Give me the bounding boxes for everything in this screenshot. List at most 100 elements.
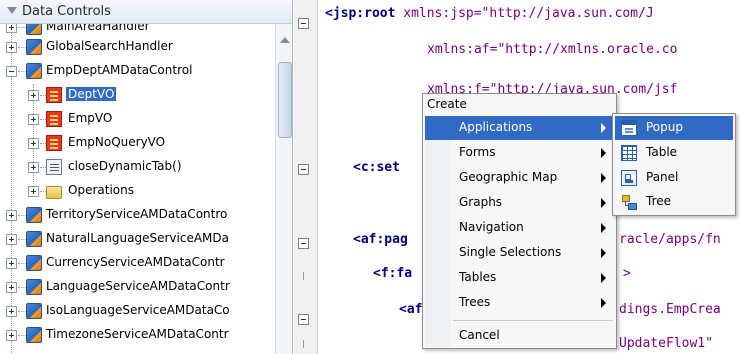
scroll-thumb[interactable] (278, 62, 292, 138)
menu-item-single-selections[interactable]: Single Selections (425, 241, 614, 265)
fold-end-mark (303, 272, 304, 280)
tree-item-iso-language-service[interactable]: IsoLanguageServiceAMDataCo (0, 300, 275, 323)
submenu-arrow-icon (601, 298, 606, 308)
data-control-icon (26, 303, 42, 319)
tree-item-label: EmpNoQueryVO (68, 135, 166, 149)
fold-toggle-icon[interactable] (298, 314, 309, 325)
submenu-arrow-icon (601, 173, 606, 183)
tree-item-currency-service[interactable]: CurrencyServiceAMDataContr (0, 252, 275, 275)
code-tag: <c:set (353, 160, 400, 175)
submenu-item-table[interactable]: Table (615, 141, 733, 165)
fold-end-mark (303, 340, 304, 348)
expand-toggle[interactable] (28, 186, 39, 197)
menu-item-label: Tables (459, 270, 497, 284)
code-line: UpdateFlow1" (619, 336, 713, 351)
expand-toggle[interactable] (28, 114, 39, 125)
submenu-arrow-icon (601, 123, 606, 133)
tree-item-empvo[interactable]: EmpVO (0, 108, 275, 131)
data-control-icon (26, 207, 42, 223)
code-line: xmlns:af="http://xmlns.oracle.co (427, 42, 677, 57)
expand-toggle[interactable] (6, 306, 17, 317)
fold-toggle-icon[interactable] (298, 164, 309, 175)
menu-item-graphs[interactable]: Graphs (425, 191, 614, 215)
collapse-triangle-icon[interactable] (7, 7, 17, 14)
tree-item-natural-language-service[interactable]: NaturalLanguageServiceAMDa (0, 228, 275, 251)
tree-item-territory-service[interactable]: TerritoryServiceAMDataContro (0, 204, 275, 227)
code-line: <af (399, 302, 422, 317)
tree-scrollbar[interactable] (275, 24, 292, 354)
tree-item-language-service[interactable]: LanguageServiceAMDataContr (0, 276, 275, 299)
expand-toggle[interactable] (6, 330, 17, 341)
tree-item-close-dynamic-tab[interactable]: closeDynamicTab() (0, 156, 275, 179)
data-controls-panel: Data Controls MainAreaHandler GlobalSear… (0, 0, 293, 354)
submenu-item-label: Panel (646, 170, 679, 184)
tree-icon (621, 194, 637, 210)
panel-title: Data Controls (22, 4, 111, 19)
fold-toggle-icon[interactable] (298, 18, 309, 29)
menu-item-label: Trees (459, 295, 491, 309)
submenu-item-popup[interactable]: Popup (615, 116, 733, 140)
submenu-item-panel[interactable]: Panel (615, 166, 733, 190)
table-icon (621, 145, 637, 161)
code-text: dings.EmpCrea (619, 302, 721, 317)
folder-icon (46, 186, 62, 199)
menu-item-label: Cancel (459, 328, 500, 342)
tree-item-label: IsoLanguageServiceAMDataCo (46, 303, 230, 317)
tree-item-label: MainAreaHandler (46, 24, 150, 33)
tree-item-label: Operations (68, 183, 134, 197)
data-control-icon (26, 255, 42, 271)
data-control-icon (26, 231, 42, 247)
code-text: UpdateFlow1" (619, 336, 713, 351)
expand-toggle[interactable] (6, 258, 17, 269)
menu-item-forms[interactable]: Forms (425, 141, 614, 165)
menu-item-trees[interactable]: Trees (425, 291, 614, 315)
menu-item-label: Forms (459, 145, 496, 159)
code-line: <af:pag (353, 232, 408, 247)
tree-item-global-search-handler[interactable]: GlobalSearchHandler (0, 36, 275, 59)
tree-item-empdept-am-data-control[interactable]: EmpDeptAMDataControl (0, 60, 275, 83)
data-controls-tree: MainAreaHandler GlobalSearchHandler EmpD… (0, 24, 275, 354)
scroll-up-arrow-icon[interactable] (278, 34, 291, 46)
tree-item-deptvo[interactable]: DeptVO (0, 84, 275, 107)
editor-gutter (294, 0, 318, 354)
tree-item-label: LanguageServiceAMDataContr (46, 279, 230, 293)
tree-item-operations[interactable]: Operations (0, 180, 275, 203)
expand-toggle[interactable] (6, 210, 17, 221)
code-tag: <af:pag (353, 232, 408, 247)
submenu-item-tree[interactable]: Tree (615, 190, 733, 214)
menu-item-label: Geographic Map (459, 170, 558, 184)
tree-item-label: TimezoneServiceAMDataContr (46, 327, 229, 341)
code-tag: <af (399, 302, 423, 317)
panel-icon (621, 170, 637, 186)
expand-toggle[interactable] (6, 282, 17, 293)
data-control-icon (26, 39, 42, 55)
expand-toggle[interactable] (6, 42, 17, 53)
menu-item-cancel[interactable]: Cancel (425, 324, 614, 348)
expand-toggle[interactable] (28, 90, 39, 101)
menu-item-applications[interactable]: Applications (425, 116, 614, 140)
menu-item-geographic-map[interactable]: Geographic Map (425, 166, 614, 190)
expand-toggle[interactable] (28, 162, 39, 173)
tree-item-timezone-service[interactable]: TimezoneServiceAMDataContr (0, 324, 275, 347)
expand-toggle[interactable] (6, 24, 17, 33)
expand-toggle[interactable] (28, 138, 39, 149)
tree-item-empnoqueryvo[interactable]: EmpNoQueryVO (0, 132, 275, 155)
code-line: > (623, 266, 631, 281)
tree-item-label: EmpDeptAMDataControl (46, 63, 193, 77)
panel-header[interactable]: Data Controls (0, 0, 292, 24)
code-tag: <f:fa (373, 266, 413, 281)
menu-item-label: Single Selections (459, 245, 562, 259)
menu-item-tables[interactable]: Tables (425, 266, 614, 290)
tree-item-label: DeptVO (64, 86, 118, 102)
expand-toggle[interactable] (6, 234, 17, 245)
submenu-arrow-icon (601, 148, 606, 158)
code-text: xmlns:jsp="http://java.sun.com/J (395, 6, 654, 21)
tree-item-label: CurrencyServiceAMDataContr (46, 255, 225, 269)
fold-toggle-icon[interactable] (298, 238, 309, 249)
code-text: xmlns:af="http://xmlns.oracle.co (427, 42, 678, 57)
code-tag: <jsp:root (325, 6, 396, 21)
collapse-toggle[interactable] (6, 66, 17, 77)
menu-item-label: Navigation (459, 220, 524, 234)
data-control-icon (26, 63, 42, 79)
menu-item-navigation[interactable]: Navigation (425, 216, 614, 240)
